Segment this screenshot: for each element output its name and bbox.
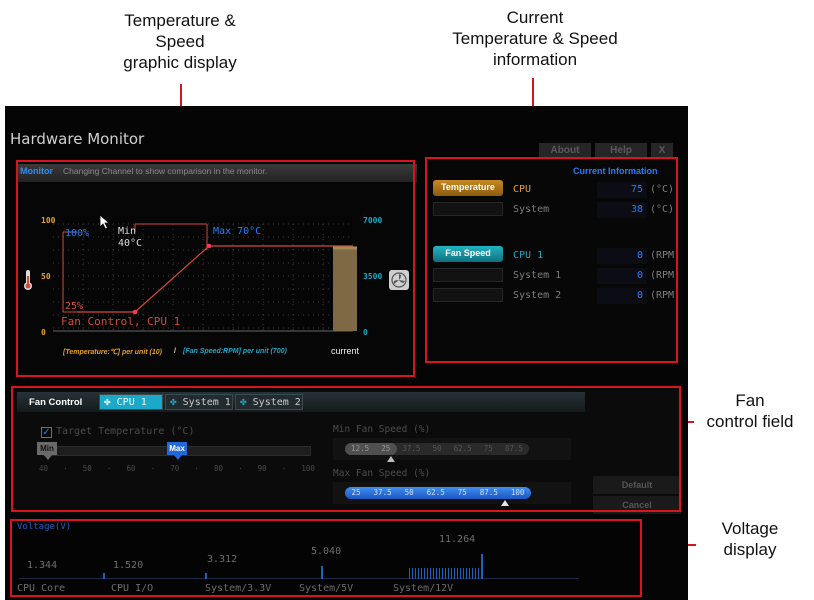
- callout-voltage: Voltage display: [721, 519, 779, 559]
- callout-temp-speed-graphic: Temperature & Speed graphic display: [123, 11, 237, 72]
- callout-fan-control: Fan control field: [706, 391, 794, 431]
- highlight-voltage: [10, 519, 642, 597]
- highlight-fan-control: [11, 386, 681, 512]
- window-title: Hardware Monitor: [10, 130, 145, 148]
- highlight-current-info: [425, 157, 678, 363]
- highlight-graphic-display: [16, 160, 415, 377]
- callout-current-info: Current Temperature & Speed information: [452, 8, 618, 69]
